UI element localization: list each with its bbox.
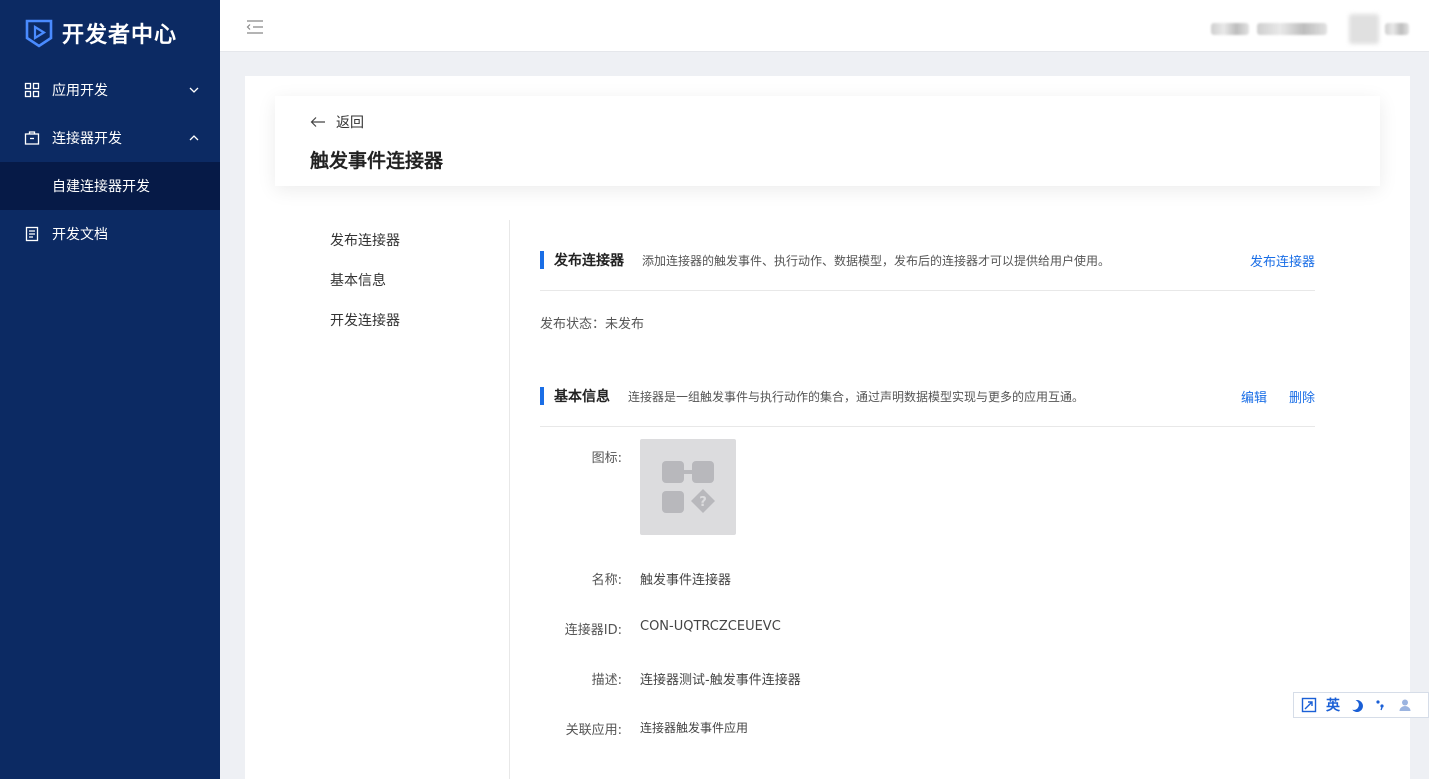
blurred-text [1211, 23, 1249, 35]
sidebar-item-app-dev[interactable]: 应用开发 [0, 66, 220, 114]
field-label: 连接器ID: [564, 623, 622, 638]
divider [509, 220, 510, 779]
publish-connector-button[interactable]: 发布连接器 [1250, 251, 1315, 270]
top-bar [220, 0, 1429, 52]
briefcase-icon [24, 130, 40, 146]
brand-logo-icon [24, 18, 54, 48]
connector-icon: ? [640, 439, 736, 535]
section-description: 连接器是一组触发事件与执行动作的集合，通过声明数据模型实现与更多的应用互通。 [628, 389, 1085, 404]
content: 发布连接器 添加连接器的触发事件、执行动作、数据模型，发布后的连接器才可以提供给… [540, 248, 1315, 738]
page-header: 返回 触发事件连接器 [275, 96, 1380, 186]
field-value: CON-UQTRCZCEUEVC [640, 619, 781, 634]
section-description: 添加连接器的触发事件、执行动作、数据模型，发布后的连接器才可以提供给用户使用。 [642, 253, 1111, 268]
field-icon: 图标: ? [540, 439, 736, 535]
publish-status: 发布状态：未发布 [540, 317, 645, 332]
brand-name: 开发者中心 [62, 23, 178, 48]
sidebar-item-label: 连接器开发 [52, 131, 122, 147]
user-area[interactable] [1211, 14, 1417, 44]
field-description: 描述: 连接器测试-触发事件连接器 [540, 669, 801, 688]
delete-button[interactable]: 删除 [1289, 387, 1315, 406]
field-name: 名称: 触发事件连接器 [540, 569, 731, 588]
field-label: 名称: [591, 573, 622, 588]
svg-text:?: ? [699, 495, 707, 510]
main-panel: 返回 触发事件连接器 发布连接器 基本信息 开发连接器 发布连接器 添加连接器的… [245, 76, 1410, 779]
field-label: 关联应用: [565, 723, 622, 738]
section-title: 发布连接器 [554, 253, 624, 269]
divider [540, 290, 1315, 291]
sidebar: 开发者中心 应用开发 连接器开发 自建连接器开发 开发文档 [0, 0, 220, 779]
section-nav-item[interactable]: 发布连接器 [330, 231, 400, 271]
field-id: 连接器ID: CON-UQTRCZCEUEVC [540, 619, 781, 638]
back-label: 返回 [336, 115, 364, 131]
field-label: 描述: [591, 673, 622, 688]
chevron-up-icon [188, 132, 200, 144]
edit-button[interactable]: 编辑 [1241, 387, 1267, 406]
section-nav-item[interactable]: 基本信息 [330, 271, 400, 311]
connector-placeholder-icon: ? [640, 439, 736, 535]
back-link[interactable]: 返回 [310, 112, 364, 132]
moon-icon[interactable] [1348, 696, 1366, 714]
chevron-down-icon [188, 84, 200, 96]
sidebar-item-label: 应用开发 [52, 83, 108, 99]
section-nav: 发布连接器 基本信息 开发连接器 [330, 231, 400, 351]
sidebar-item-label: 开发文档 [52, 227, 108, 243]
menu-collapse-icon[interactable] [246, 19, 264, 34]
related-app-link[interactable]: 连接器触发事件应用 [640, 719, 748, 738]
brand[interactable]: 开发者中心 [0, 0, 220, 66]
field-related-app: 关联应用: 连接器触发事件应用 [540, 719, 748, 738]
field-value: 触发事件连接器 [640, 573, 732, 588]
blurred-text [1385, 23, 1409, 35]
sidebar-item-custom-connector[interactable]: 自建连接器开发 [0, 162, 220, 210]
ime-switch-icon[interactable] [1300, 696, 1318, 714]
user-icon[interactable] [1396, 696, 1414, 714]
section-marker [540, 387, 544, 405]
grid-icon [24, 82, 40, 98]
ime-language-toggle[interactable]: 英 [1324, 696, 1342, 714]
arrow-left-icon [310, 116, 326, 128]
section-title: 基本信息 [554, 389, 610, 405]
blurred-text [1257, 23, 1327, 35]
section-nav-item[interactable]: 开发连接器 [330, 311, 400, 351]
field-value: 连接器测试-触发事件连接器 [640, 673, 801, 688]
sidebar-item-connector-dev[interactable]: 连接器开发 [0, 114, 220, 162]
section-marker [540, 251, 544, 269]
document-icon [24, 226, 40, 242]
punctuation-icon[interactable] [1372, 696, 1390, 714]
divider [540, 426, 1315, 427]
field-label: 图标: [591, 451, 622, 466]
publish-section-header: 发布连接器 添加连接器的触发事件、执行动作、数据模型，发布后的连接器才可以提供给… [540, 248, 1315, 272]
ime-toolbar: 英 [1293, 692, 1429, 718]
page-title: 触发事件连接器 [310, 150, 444, 172]
sidebar-item-dev-docs[interactable]: 开发文档 [0, 210, 220, 258]
basic-section-header: 基本信息 连接器是一组触发事件与执行动作的集合，通过声明数据模型实现与更多的应用… [540, 384, 1315, 408]
avatar[interactable] [1349, 14, 1379, 44]
